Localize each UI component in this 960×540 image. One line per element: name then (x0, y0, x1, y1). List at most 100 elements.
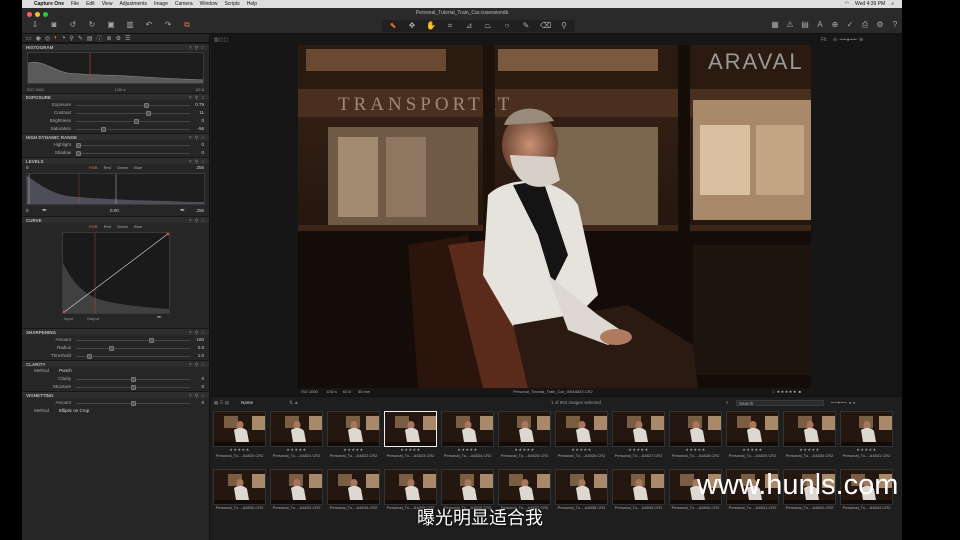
color-tab-icon[interactable]: ◑ (62, 35, 66, 41)
import-icon[interactable]: ⇩ (30, 20, 40, 30)
amount-slider[interactable] (76, 401, 190, 406)
sort-select[interactable]: Name (241, 397, 253, 408)
slider-handle[interactable] (76, 151, 81, 156)
slider-value[interactable]: 0 (201, 375, 204, 383)
thumbnail-image[interactable] (555, 469, 608, 505)
brush-icon[interactable]: ✎ (521, 21, 531, 31)
structure-slider[interactable] (76, 385, 190, 390)
thumbnail-image[interactable] (270, 469, 323, 505)
thumbnail[interactable]: ★★★★★ Personal_Tu....A4821.CR2 (270, 411, 323, 459)
main-photo[interactable]: TRANSPORTAT ARAVAL (298, 45, 811, 388)
settings-icon[interactable]: ⚙ (875, 20, 885, 30)
menu-item-adjustments[interactable]: Adjustments (119, 0, 147, 8)
slider-value[interactable]: 0.79 (195, 101, 204, 109)
slider-value[interactable]: 0 (201, 141, 204, 149)
loupe-icon[interactable]: ⊕ (830, 20, 840, 30)
delete-icon[interactable]: ▥ (125, 20, 135, 30)
zoom-slider[interactable]: ⊖ ━━●━━ ⊕ (833, 37, 864, 43)
amount-slider[interactable] (76, 338, 190, 343)
exposure-header[interactable]: EXPOSURE ? ⚲ ≡ (22, 93, 209, 100)
thumbnail-image[interactable] (384, 411, 437, 447)
slider-handle[interactable] (134, 119, 140, 124)
section-actions[interactable]: ? ⚲ ≡ (189, 94, 205, 101)
curves-channel-rgb[interactable]: RGB (89, 223, 98, 231)
print-icon[interactable]: ⎙ (860, 20, 870, 30)
section-actions[interactable]: ? ⚲ ≡ (189, 329, 205, 336)
slider-handle[interactable] (101, 127, 107, 132)
thumbnail-image[interactable] (555, 411, 608, 447)
viewer-mode-icons[interactable]: ▥▢▢ (214, 37, 228, 43)
menu-item-file[interactable]: File (71, 0, 79, 8)
clarity-method-row[interactable]: Method Punch (22, 367, 209, 375)
thumbnail[interactable]: ★★★★★ Personal_Tu....A4829.CR2 (726, 411, 779, 459)
exposure-tab-icon[interactable]: ◐ (54, 35, 58, 41)
levels-graph[interactable] (26, 173, 205, 205)
levels-channel-red[interactable]: Red (104, 164, 111, 172)
slider-value[interactable]: -56 (197, 125, 204, 133)
warning-icon[interactable]: ⚠ (785, 20, 795, 30)
metadata-tab-icon[interactable]: ⓘ (97, 34, 103, 43)
menu-item-view[interactable]: View (102, 0, 113, 8)
sharpening-header[interactable]: SHARPENING ? ⚲ ≡ (22, 328, 209, 335)
process-icon[interactable]: ⧉ (182, 20, 192, 30)
vignetting-header[interactable]: VIGNETTING ? ⚲ ≡ (22, 391, 209, 398)
curves-channel-green[interactable]: Green (117, 223, 128, 231)
pan-icon[interactable]: ✥ (407, 21, 417, 31)
straighten-icon[interactable]: ⊿ (464, 21, 474, 31)
curves-channel-red[interactable]: Red (104, 223, 111, 231)
shadow-slider[interactable] (76, 151, 190, 156)
spotlight-icon[interactable]: ⌕ (891, 0, 894, 8)
thumbnail-image[interactable] (213, 411, 266, 447)
thumbnail-image[interactable] (498, 469, 551, 505)
app-menu[interactable]: Capture One (34, 0, 64, 8)
levels-header[interactable]: LEVELS? ⚲ ≡ (22, 157, 209, 164)
styles-tab-icon[interactable]: ☰ (125, 35, 130, 42)
thumbnail[interactable]: ★★★★★ Personal_Tu....A4826.CR2 (555, 411, 608, 459)
slider-handle[interactable] (146, 111, 152, 116)
sort-direction-icon[interactable]: ⇅ ▲ (289, 397, 298, 408)
slider-value[interactable]: 0 (201, 383, 204, 391)
thumbnail[interactable]: ★★★★★ Personal_Tu....A4822.CR2 (327, 411, 380, 459)
curve-graph[interactable] (61, 232, 170, 314)
eraser-icon[interactable]: ⌫ (540, 21, 551, 31)
thumbnail-image[interactable] (441, 411, 494, 447)
levels-output-high[interactable]: 255 (196, 165, 204, 170)
capture-tab-icon[interactable]: ◉ (36, 35, 41, 42)
thumbnail-image[interactable] (840, 411, 893, 447)
thumbnail-image[interactable] (783, 411, 836, 447)
menu-item-scripts[interactable]: Scripts (224, 0, 239, 8)
histogram-header[interactable]: HISTOGRAM ? ⚲ ≡ (22, 43, 209, 50)
levels-channel-rgb[interactable]: RGB (89, 164, 98, 172)
levels-output-low[interactable]: 0 (26, 165, 29, 170)
adjustments-tab-icon[interactable]: ▤ (87, 35, 93, 42)
thumbnail-image[interactable] (213, 469, 266, 505)
undo-icon[interactable]: ↶ (144, 20, 154, 30)
thumbnail-image[interactable] (384, 469, 437, 505)
curves-channel-blue[interactable]: Blue (134, 223, 142, 231)
contrast-slider[interactable] (76, 111, 190, 116)
slider-value[interactable]: 1.0 (198, 352, 204, 360)
crop-icon[interactable]: ⌗ (445, 21, 455, 31)
grid-icon[interactable]: ▦ (770, 20, 780, 30)
thumbnail[interactable]: ★★★★★ Personal_Tu....A4828.CR2 (669, 411, 722, 459)
local-adjust-tab-icon[interactable]: ✎ (78, 35, 83, 42)
menu-item-image[interactable]: Image (154, 0, 168, 8)
hand-icon[interactable]: ✋ (426, 21, 436, 31)
clock[interactable]: Wed 4:39 PM (855, 0, 885, 8)
rotate-right-icon[interactable]: ↻ (87, 20, 97, 30)
thumbnail[interactable]: ★★★★★ Personal_Tu....A4825.CR2 (498, 411, 551, 459)
exposure-slider[interactable] (76, 103, 190, 108)
menu-item-window[interactable]: Window (200, 0, 218, 8)
slider-value[interactable]: 0 (201, 117, 204, 125)
exposure-warning-icon[interactable]: ▤ (800, 20, 810, 30)
thumbnail[interactable]: ★★★★★ Personal_Tu....A4820.CR2 (213, 411, 266, 459)
wifi-icon[interactable]: ◠ (845, 0, 849, 8)
slider-handle[interactable] (87, 354, 92, 359)
curve-picker-icon[interactable]: ✒ (157, 315, 162, 322)
clarity-header[interactable]: CLARITY? ⚲ ≡ (22, 360, 209, 367)
thumbnail-image[interactable] (498, 411, 551, 447)
slider-value[interactable]: 0.8 (198, 344, 204, 352)
thumbnail-image[interactable] (726, 411, 779, 447)
thumbnail[interactable]: ★★★★★ Personal_Tu....A4831.CR2 (840, 411, 893, 459)
output-tab-icon[interactable]: ⊕ (107, 35, 112, 42)
